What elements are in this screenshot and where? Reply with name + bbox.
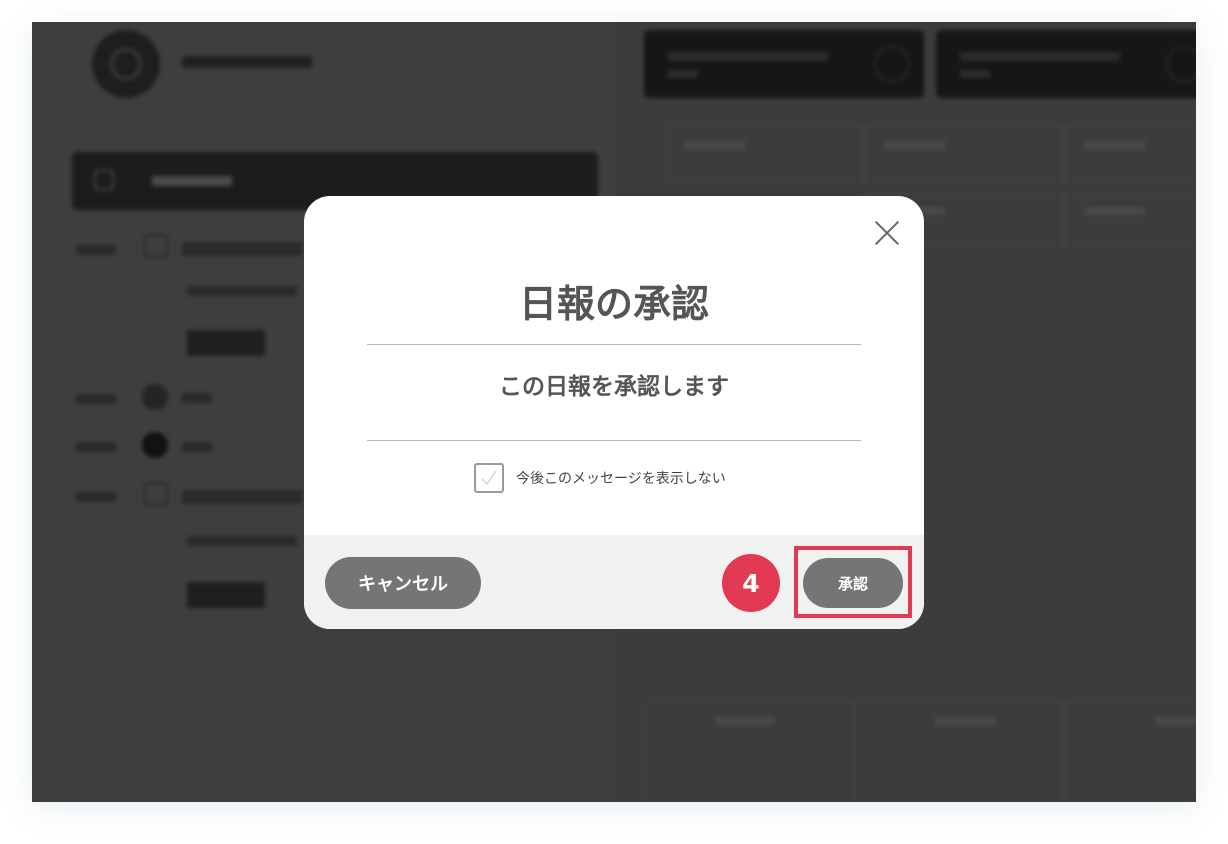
dont-show-again-option[interactable]: 今後このメッセージを表示しない: [474, 462, 726, 494]
approve-button[interactable]: 承認: [803, 558, 903, 608]
stat-cell: [1064, 702, 1196, 802]
status-tag: [187, 330, 265, 356]
timestamp-placeholder: [76, 245, 116, 255]
dont-show-again-label: 今後このメッセージを表示しない: [516, 471, 726, 487]
close-icon[interactable]: [870, 216, 904, 250]
report-title-placeholder: [182, 242, 302, 256]
message-divider: [367, 440, 861, 441]
avatar: [142, 432, 168, 458]
approval-dialog: 日報の承認 この日報を承認します 今後このメッセージを表示しない キャンセル 4…: [304, 196, 924, 629]
dialog-message: この日報を承認します: [499, 374, 729, 400]
status-tag: [187, 582, 265, 608]
name-placeholder: [182, 393, 212, 403]
document-icon: [144, 482, 168, 506]
title-divider: [367, 344, 861, 345]
timestamp-placeholder: [76, 442, 116, 452]
stat-cell: [854, 702, 1064, 802]
dialog-title: 日報の承認: [518, 282, 709, 326]
report-subtitle-placeholder: [187, 286, 297, 296]
company-logo: [92, 30, 160, 98]
checkbox-icon[interactable]: [474, 463, 504, 493]
dialog-footer: キャンセル 4 承認: [304, 535, 924, 629]
timestamp-placeholder: [76, 394, 116, 404]
info-cell: [864, 126, 1064, 182]
document-icon: [144, 234, 168, 258]
summary-card: [936, 30, 1196, 98]
name-placeholder: [182, 442, 212, 452]
cancel-button[interactable]: キャンセル: [325, 557, 481, 609]
timestamp-placeholder: [76, 492, 116, 502]
company-name-placeholder: [182, 56, 312, 68]
step-number-badge: 4: [722, 554, 780, 612]
summary-card: [644, 30, 924, 98]
info-cell: [1064, 192, 1196, 248]
report-title-placeholder: [182, 490, 302, 504]
stat-cell: [644, 702, 854, 802]
info-cell: [664, 126, 864, 182]
info-cell: [1064, 126, 1196, 182]
report-subtitle-placeholder: [187, 536, 297, 546]
avatar: [142, 384, 168, 410]
menu-icon: [94, 170, 114, 190]
